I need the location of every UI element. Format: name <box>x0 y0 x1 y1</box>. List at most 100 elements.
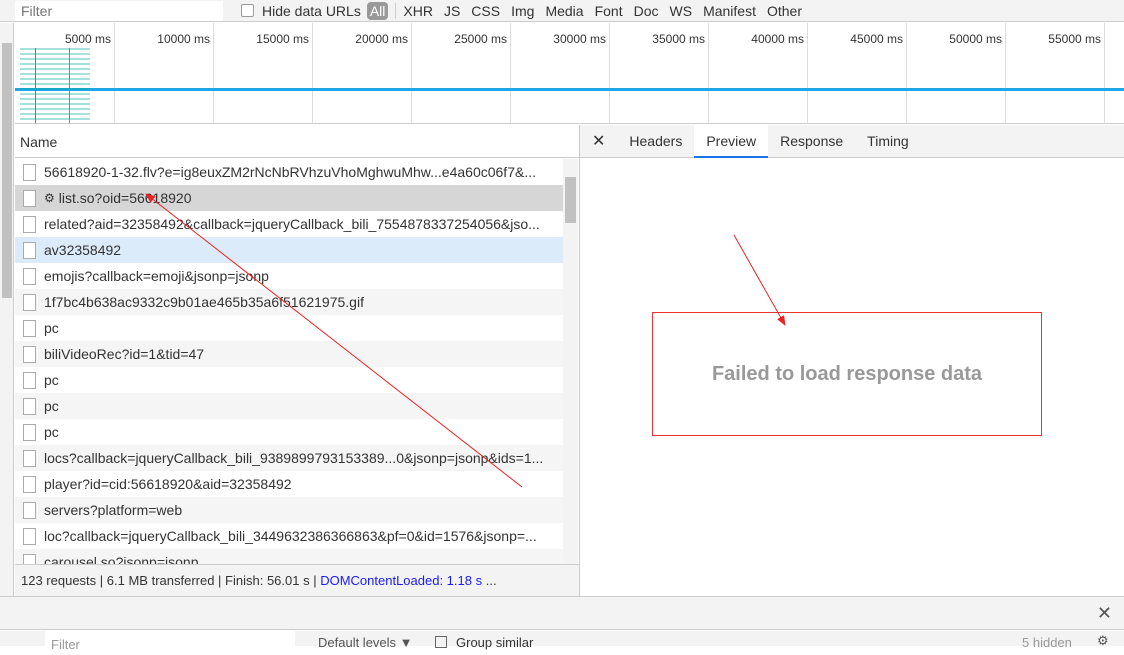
console-drawer-header: ✕ <box>0 596 1124 630</box>
divider <box>395 2 397 19</box>
filter-input[interactable] <box>15 0 223 21</box>
request-row[interactable]: pc <box>15 367 563 393</box>
request-list: 56618920-1-32.flv?e=ig8euxZM2rNcNbRVhzuV… <box>15 159 563 564</box>
time-tick-label: 15000 ms <box>256 32 309 46</box>
request-name: biliVideoRec?id=1&tid=47 <box>44 346 205 362</box>
request-row[interactable]: carousel.so?jsonp=jsonp <box>15 549 563 564</box>
group-similar-checkbox[interactable] <box>435 636 447 648</box>
type-filter-ws[interactable]: WS <box>670 3 693 19</box>
request-row[interactable]: pc <box>15 393 563 419</box>
time-tick-label: 5000 ms <box>64 32 111 46</box>
waterfall-bars <box>20 48 90 123</box>
request-row[interactable]: loc?callback=jqueryCallback_bili_3449632… <box>15 523 563 549</box>
request-name: 1f7bc4b638ac9332c9b01ae465b35a6f51621975… <box>44 294 364 310</box>
timeline-overview[interactable]: 5000 ms 10000 ms 15000 ms 20000 ms 25000 ms 3… <box>15 23 1124 124</box>
request-name: locs?callback=jqueryCallback_bili_938989… <box>44 450 544 466</box>
request-row[interactable]: pc <box>15 315 563 341</box>
tab-timing[interactable]: Timing <box>855 125 921 158</box>
request-row[interactable]: 1f7bc4b638ac9332c9b01ae465b35a6f51621975… <box>15 289 563 315</box>
request-name: loc?callback=jqueryCallback_bili_3449632… <box>44 528 537 544</box>
request-row[interactable]: 56618920-1-32.flv?e=ig8euxZM2rNcNbRVhzuV… <box>15 159 563 185</box>
request-row[interactable]: ⚙ list.so?oid=56618920 <box>15 185 563 211</box>
grid-line <box>411 23 412 123</box>
file-icon <box>23 371 36 389</box>
request-row[interactable]: pc <box>15 419 563 445</box>
type-filter-xhr[interactable]: XHR <box>403 3 433 19</box>
transferred-size: 6.1 MB transferred <box>106 573 215 588</box>
request-row[interactable]: related?aid=32358492&callback=jqueryCall… <box>15 211 563 237</box>
file-icon <box>23 215 36 233</box>
name-column-header[interactable]: Name <box>15 125 579 158</box>
finish-time: Finish: 56.01 s <box>225 573 310 588</box>
failed-message: Failed to load response data <box>652 312 1042 436</box>
dcl-time: DOMContentLoaded: 1.18 s <box>320 573 483 588</box>
type-filter-all[interactable]: All <box>366 1 389 20</box>
file-icon <box>23 267 36 285</box>
request-name: av32358492 <box>44 242 122 258</box>
grid-line <box>609 23 610 123</box>
grid-line <box>114 23 115 123</box>
grid-line <box>807 23 808 123</box>
request-name: related?aid=32358492&callback=jqueryCall… <box>44 216 540 232</box>
file-icon <box>23 345 36 363</box>
file-icon <box>23 163 36 181</box>
file-icon <box>23 553 36 564</box>
time-tick-label: 50000 ms <box>949 32 1002 46</box>
grid-line <box>510 23 511 123</box>
hide-data-urls-checkbox[interactable] <box>241 4 254 17</box>
request-row[interactable]: biliVideoRec?id=1&tid=47 <box>15 341 563 367</box>
time-tick-label: 30000 ms <box>553 32 606 46</box>
type-filter-media[interactable]: Media <box>545 3 583 19</box>
close-icon[interactable]: ✕ <box>580 125 617 158</box>
left-scrollbar[interactable] <box>0 23 14 596</box>
type-filter-img[interactable]: Img <box>511 3 534 19</box>
request-name: pc <box>44 398 59 414</box>
request-row[interactable]: locs?callback=jqueryCallback_bili_938989… <box>15 445 563 471</box>
grid-line <box>1005 23 1006 123</box>
file-icon <box>23 293 36 311</box>
request-name: pc <box>44 320 59 336</box>
request-name: servers?platform=web <box>44 502 183 518</box>
request-row[interactable]: servers?platform=web <box>15 497 563 523</box>
file-icon <box>23 189 36 207</box>
tab-preview[interactable]: Preview <box>694 124 769 158</box>
time-tick-label: 25000 ms <box>454 32 507 46</box>
request-row[interactable]: player?id=cid:56618920&aid=32358492 <box>15 471 563 497</box>
tab-headers[interactable]: Headers <box>617 125 694 158</box>
type-filter-other[interactable]: Other <box>767 3 802 19</box>
grid-line <box>1104 23 1105 123</box>
timeline-bar <box>15 88 1124 91</box>
request-name: 56618920-1-32.flv?e=ig8euxZM2rNcNbRVhzuV… <box>44 164 536 180</box>
type-filter-manifest[interactable]: Manifest <box>703 3 756 19</box>
group-similar-label: Group similar <box>456 635 534 650</box>
type-filter-js[interactable]: JS <box>444 3 460 19</box>
file-icon <box>23 319 36 337</box>
time-tick-label: 45000 ms <box>850 32 903 46</box>
request-count: 123 requests <box>21 573 97 588</box>
request-name: player?id=cid:56618920&aid=32358492 <box>44 476 292 492</box>
request-list-scrollbar[interactable] <box>563 159 578 564</box>
request-name: carousel.so?jsonp=jsonp <box>44 554 199 564</box>
gear-icon[interactable]: ⚙ <box>1097 633 1109 649</box>
request-name: pc <box>44 372 59 388</box>
file-icon <box>23 527 36 545</box>
close-drawer-icon[interactable]: ✕ <box>1097 603 1112 624</box>
type-filter-css[interactable]: CSS <box>471 3 500 19</box>
request-row[interactable]: emojis?callback=emoji&jsonp=jsonp <box>15 263 563 289</box>
request-name: pc <box>44 424 59 440</box>
request-row[interactable]: av32358492 <box>15 237 563 263</box>
gear-small-icon: ⚙ <box>44 191 55 205</box>
more-indicator: ... <box>485 573 497 588</box>
type-filter-font[interactable]: Font <box>595 3 623 19</box>
levels-dropdown[interactable]: Default levels ▼ <box>318 635 413 650</box>
hidden-count: 5 hidden <box>1022 635 1072 650</box>
grid-line <box>708 23 709 123</box>
file-icon <box>23 501 36 519</box>
type-filter-doc[interactable]: Doc <box>634 3 659 19</box>
file-icon <box>23 397 36 415</box>
network-toolbar: Hide data URLs All XHR JS CSS Img Media … <box>0 0 1124 22</box>
time-tick-label: 20000 ms <box>355 32 408 46</box>
console-filter-input[interactable]: Filter <box>45 631 295 652</box>
tab-response[interactable]: Response <box>768 125 855 158</box>
time-tick-label: 10000 ms <box>157 32 210 46</box>
